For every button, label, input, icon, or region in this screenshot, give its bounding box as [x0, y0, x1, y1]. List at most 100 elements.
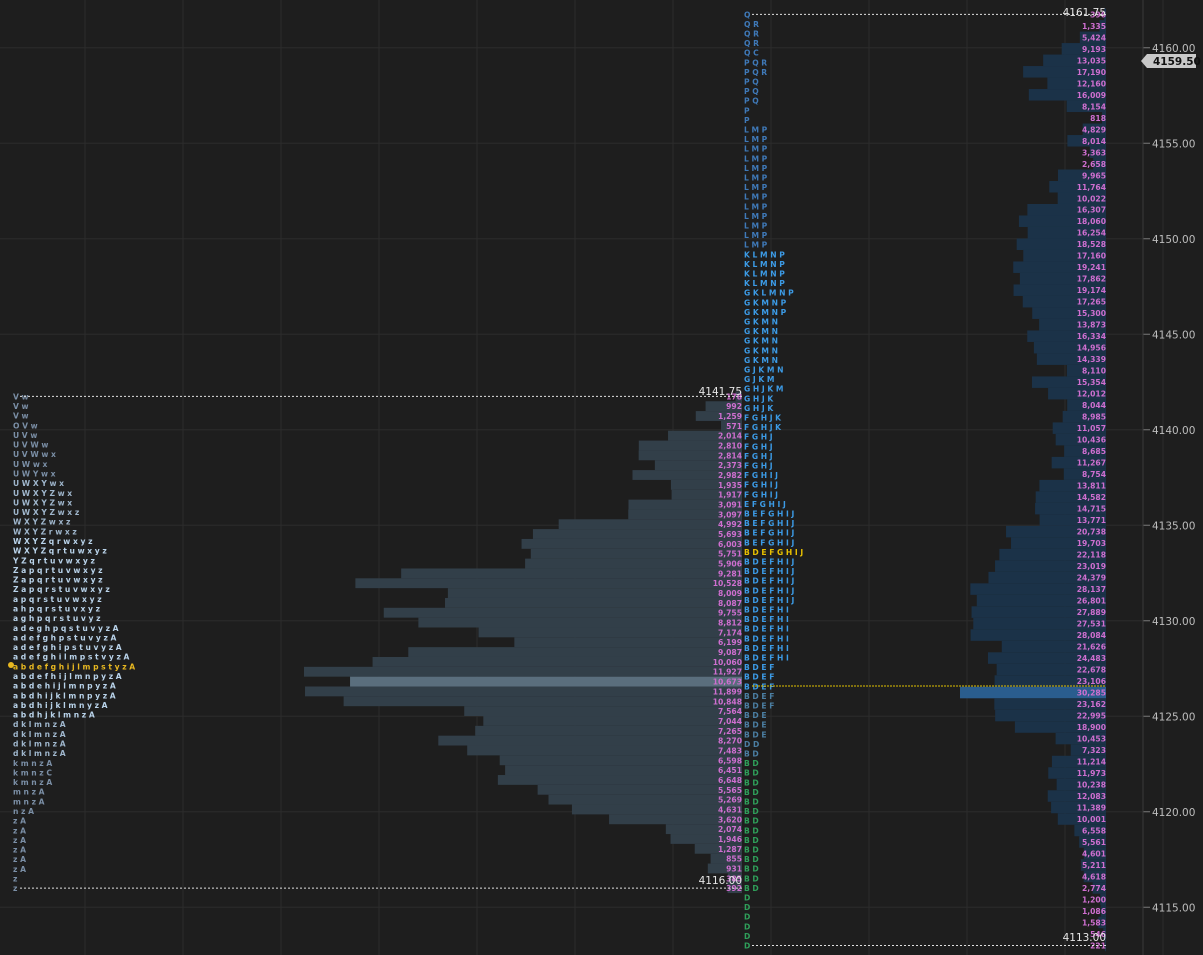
tpo-row-letters: a b d e f h i j l m n p y z A — [13, 672, 122, 681]
tpo-row-letters: Q R — [744, 30, 759, 39]
tpo-row-letters: O V w — [13, 421, 38, 430]
tpo-row-letters: B D E F H I — [744, 605, 789, 614]
tpo-row-letters: a d e f g h p s t u v y z A — [13, 633, 117, 642]
volume-label: 22,118 — [1077, 551, 1106, 560]
volume-label: 10,238 — [1077, 781, 1106, 790]
row-volume-label: 7,483 — [718, 746, 742, 755]
volume-label: 20,738 — [1077, 528, 1106, 537]
tpo-row-letters: B D — [744, 874, 759, 883]
tpo-row-letters: Q R — [744, 39, 759, 48]
tpo-row-letters: a b d e f g h i j l m p s t y z A — [13, 662, 135, 671]
tpo-row-letters: F G H J — [744, 442, 773, 451]
volume-label: 13,771 — [1077, 516, 1106, 525]
volume-label: 18,900 — [1077, 723, 1106, 732]
tpo-row-letters: z A — [13, 836, 26, 845]
volume-label: 11,214 — [1077, 758, 1106, 767]
row-volume-label: 1,946 — [718, 835, 742, 844]
tpo-profile-bar — [514, 637, 742, 648]
volume-label: 15,300 — [1077, 309, 1106, 318]
tpo-row-letters: B D — [744, 749, 759, 758]
tpo-row-letters: L M P — [744, 174, 768, 183]
tpo-profile-bar — [418, 617, 742, 628]
row-volume-label: 2,074 — [718, 825, 742, 834]
row-volume-label: 8,270 — [718, 737, 742, 746]
tpo-row-letters: B D E F — [744, 701, 774, 710]
tpo-row-letters: G J K M — [744, 375, 774, 384]
row-volume-label: 8,812 — [718, 619, 742, 628]
tpo-row-letters: d k l m n z A — [13, 739, 66, 748]
tpo-profile-bar — [537, 784, 742, 795]
tpo-row-letters: z A — [13, 865, 26, 874]
volume-label: 10,001 — [1077, 815, 1106, 824]
tpo-profile-bar — [505, 765, 742, 776]
current-price-label: 4159.50 — [1153, 56, 1201, 68]
row-volume-label: 7,044 — [718, 717, 742, 726]
tpo-row-letters: U V w — [13, 431, 37, 440]
tpo-row-letters: B E F G H I J — [744, 538, 794, 547]
tpo-profile-bar — [478, 627, 742, 638]
row-volume-label: 4,631 — [718, 805, 742, 814]
tpo-row-letters: d k l m n z A — [13, 749, 66, 758]
volume-label: 24,483 — [1077, 654, 1106, 663]
row-volume-label: 5,906 — [718, 560, 742, 569]
volume-label: 9,193 — [1082, 45, 1106, 54]
volume-label: 11,057 — [1077, 424, 1106, 433]
volume-label: 1,583 — [1082, 918, 1106, 927]
volume-label: 11,389 — [1077, 804, 1106, 813]
tpo-row-letters: B D E F G H I J — [744, 548, 803, 557]
row-volume-label: 992 — [726, 402, 742, 411]
tpo-row-letters: U W X Y Z w x — [13, 489, 72, 498]
tpo-row-letters: k m n z C — [13, 768, 52, 777]
tpo-row-letters: B D E F — [744, 673, 774, 682]
row-volume-label: 855 — [726, 855, 742, 864]
volume-label: 6,558 — [1082, 826, 1106, 835]
row-volume-label: 6,003 — [718, 540, 742, 549]
tpo-row-letters: U W X Y Z w x — [13, 498, 72, 507]
tpo-profile-bar — [499, 755, 742, 766]
row-volume-label: 1,259 — [718, 412, 742, 421]
row-volume-label: 9,755 — [718, 609, 742, 618]
tpo-profile-bar — [475, 725, 742, 736]
tpo-row-letters: U W X Y w x — [13, 479, 64, 488]
row-volume-label: 2,373 — [718, 461, 742, 470]
tpo-row-letters: F G H J — [744, 452, 773, 461]
tpo-row-letters: D — [744, 941, 750, 950]
tpo-row-letters: B D — [744, 817, 759, 826]
row-volume-label: 10,673 — [713, 678, 742, 687]
volume-label: 18,528 — [1077, 240, 1106, 249]
tpo-row-letters: B D E F H I J — [744, 557, 795, 566]
tpo-row-letters: G H J K — [744, 404, 774, 413]
volume-label: 1,335 — [1082, 22, 1106, 31]
tpo-profile-bar — [532, 529, 742, 539]
tpo-row-letters: P Q — [744, 87, 759, 96]
tpo-row-letters: a g h p q r s t u v y z — [13, 614, 101, 623]
tpo-row-letters: z A — [13, 846, 26, 855]
tpo-profile-bar — [483, 716, 742, 726]
tpo-row-letters: B D E F H I — [744, 644, 789, 653]
volume-label: 10,453 — [1077, 735, 1106, 744]
tpo-row-letters: V w — [13, 412, 29, 421]
tpo-profile-bar — [408, 647, 742, 657]
volume-label: 7,323 — [1082, 746, 1106, 755]
poc-marker-icon — [8, 662, 14, 668]
volume-label: 8,044 — [1082, 401, 1106, 410]
tpo-row-letters: P — [744, 116, 750, 125]
volume-label: 14,715 — [1077, 505, 1106, 514]
volume-label: 8,754 — [1082, 470, 1106, 479]
tpo-row-letters: m n z A — [13, 788, 45, 797]
tpo-profile-bar — [571, 804, 742, 815]
tpo-row-letters: B D — [744, 865, 759, 874]
tpo-row-letters: B D E F H I J — [744, 577, 795, 586]
tpo-row-letters: m n z A — [13, 797, 45, 806]
tpo-profile-bar — [372, 656, 742, 667]
tpo-profile-bar — [343, 696, 742, 707]
tpo-profile-bar — [350, 676, 742, 687]
volume-label: 19,174 — [1077, 286, 1106, 295]
current-price-marker: 4159.50 — [1141, 54, 1201, 68]
tpo-row-letters: B D E — [744, 730, 767, 739]
tpo-row-letters: B D E F H I J — [744, 567, 795, 576]
tpo-row-letters: L M P — [744, 231, 768, 240]
tpo-row-letters: B D — [744, 778, 759, 787]
tpo-row-letters: L M P — [744, 164, 768, 173]
volume-label: 22,678 — [1077, 666, 1106, 675]
